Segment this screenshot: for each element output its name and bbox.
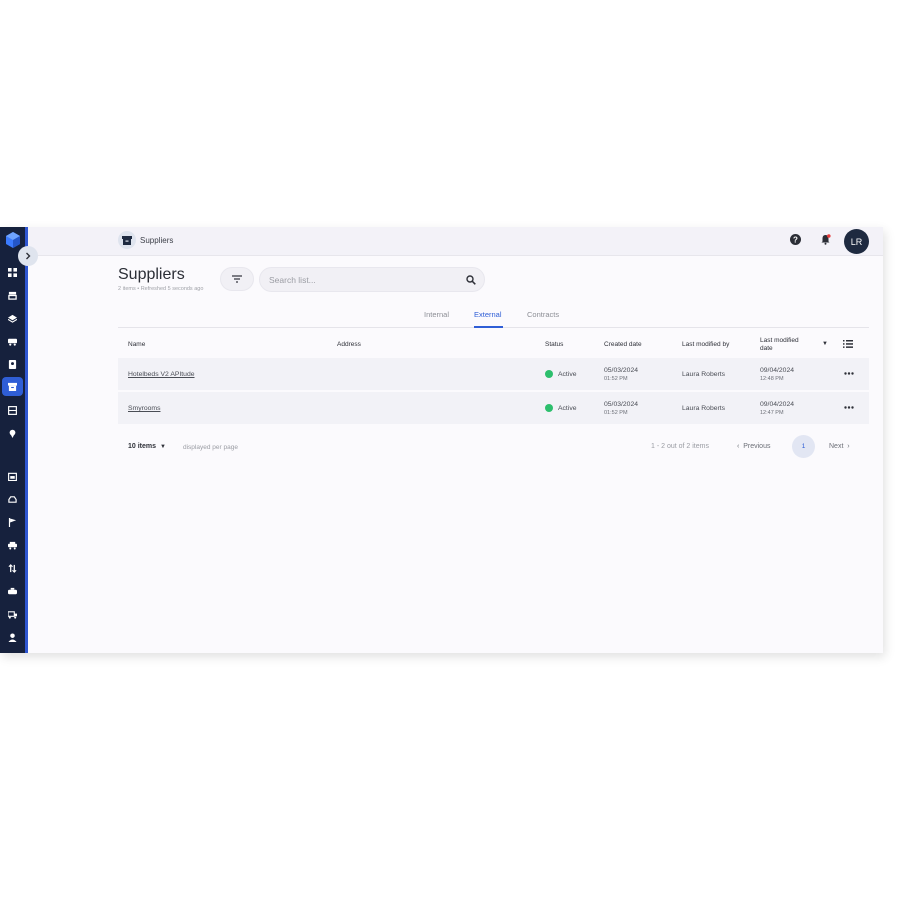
sidebar-item-car[interactable]: [5, 492, 19, 506]
filter-icon: [232, 275, 242, 283]
page-subtitle: 2 items • Refreshed 5 seconds ago: [118, 286, 204, 292]
supplier-name-link[interactable]: Hotelbeds V2 APItude: [128, 371, 195, 378]
created-time-value: 01:52 PM: [604, 410, 628, 416]
column-header-address[interactable]: Address: [337, 341, 361, 348]
sidebar-item-flag[interactable]: [5, 515, 19, 529]
sidebar-item-vehicle[interactable]: [5, 538, 19, 552]
svg-text:?: ?: [793, 235, 798, 244]
created-time-value: 01:52 PM: [604, 376, 628, 382]
modified-time-value: 12:47 PM: [760, 410, 784, 416]
page-title: Suppliers: [118, 266, 185, 283]
modified-date: 09/04/2024 12:47 PM: [760, 400, 794, 418]
modified-by: Laura Roberts: [682, 405, 726, 412]
breadcrumb: Suppliers: [140, 236, 174, 245]
created-date-value: 05/03/2024: [604, 367, 639, 374]
chevron-down-icon[interactable]: ▼: [160, 444, 166, 450]
modified-by: Laura Roberts: [682, 371, 726, 378]
sidebar: [0, 227, 28, 653]
vehicle-icon: [7, 541, 17, 549]
chevron-right-icon: ›: [843, 443, 850, 450]
layers-icon: [7, 314, 17, 323]
sidebar-item-person[interactable]: [5, 630, 19, 644]
sidebar-item-table[interactable]: [5, 403, 19, 417]
ellipsis-icon[interactable]: [844, 405, 854, 410]
column-header-modified-by[interactable]: Last modified by: [682, 341, 729, 348]
column-header-name[interactable]: Name: [128, 341, 145, 348]
sidebar-item-taxi[interactable]: [5, 584, 19, 598]
sidebar-item-location[interactable]: [5, 426, 19, 440]
sidebar-item-calendar[interactable]: [5, 469, 19, 483]
taxi-icon: [7, 587, 17, 594]
column-header-status[interactable]: Status: [545, 341, 563, 348]
transport-icon: [7, 338, 17, 346]
modified-date: 09/04/2024 12:48 PM: [760, 366, 794, 384]
status-badge: Active: [558, 405, 577, 412]
table-icon: [7, 405, 17, 415]
suppliers-breadcrumb-icon: [118, 231, 136, 249]
active-tab-indicator: [474, 326, 503, 328]
tab-contracts[interactable]: Contracts: [527, 310, 559, 319]
page-1-button[interactable]: 1: [792, 435, 815, 458]
search-box: [259, 267, 485, 292]
table-row[interactable]: Hotelbeds V2 APItude Active 05/03/2024 01…: [118, 358, 869, 390]
inventory-icon: [7, 291, 17, 300]
sidebar-item-contacts[interactable]: [5, 357, 19, 371]
sidebar-item-suppliers[interactable]: [2, 377, 23, 396]
sidebar-item-layers[interactable]: [5, 311, 19, 325]
top-bar: Suppliers ? LR: [28, 227, 883, 256]
sort-descending-icon[interactable]: ▼: [822, 341, 828, 347]
transfer-icon: [8, 563, 16, 573]
sidebar-item-transfer[interactable]: [5, 561, 19, 575]
created-date: 05/03/2024 01:52 PM: [604, 366, 638, 384]
status-active-dot: [545, 370, 553, 378]
pagination-range: 1 - 2 out of 2 items: [651, 443, 709, 450]
status-active-dot: [545, 404, 553, 412]
bell-icon[interactable]: [820, 234, 831, 245]
car-icon: [7, 495, 17, 503]
suppliers-icon: [8, 382, 17, 391]
avatar[interactable]: LR: [844, 229, 869, 254]
column-header-modified-date[interactable]: Last modified date: [760, 337, 810, 353]
tab-external[interactable]: External: [474, 310, 502, 319]
app-window: Suppliers ? LR Suppliers 2 items • Refre…: [0, 227, 883, 653]
previous-label: Previous: [743, 443, 771, 450]
status-badge: Active: [558, 371, 577, 378]
dashboard-icon: [7, 267, 17, 277]
sidebar-item-inventory[interactable]: [5, 288, 19, 302]
modified-date-value: 09/04/2024: [760, 367, 795, 374]
supplier-name-link[interactable]: Smyrooms: [128, 405, 160, 412]
created-date: 05/03/2024 01:52 PM: [604, 400, 638, 418]
tab-bar: Internal External Contracts: [118, 306, 869, 328]
contacts-icon: [8, 359, 16, 369]
column-header-created-date[interactable]: Created date: [604, 341, 642, 348]
chevron-right-icon: [26, 252, 31, 260]
bus-icon: [7, 610, 17, 619]
sidebar-expand-button[interactable]: [18, 246, 38, 266]
sidebar-item-transport[interactable]: [5, 334, 19, 348]
next-label: Next: [829, 443, 844, 450]
location-icon: [9, 429, 15, 438]
sidebar-item-dashboard[interactable]: [5, 265, 19, 279]
filter-button[interactable]: [220, 267, 254, 291]
per-page-label: displayed per page: [183, 444, 238, 451]
tab-internal[interactable]: Internal: [424, 310, 449, 319]
modified-date-value: 09/04/2024: [760, 401, 795, 408]
search-icon[interactable]: [466, 275, 476, 285]
list-columns-icon[interactable]: [843, 340, 853, 348]
table-row[interactable]: Smyrooms Active 05/03/2024 01:52 PM Laura…: [118, 392, 869, 424]
search-input[interactable]: [269, 274, 459, 286]
calendar-icon: [7, 472, 17, 481]
ellipsis-icon[interactable]: [844, 371, 854, 376]
previous-page-button[interactable]: ‹ Previous: [737, 443, 770, 450]
created-date-value: 05/03/2024: [604, 401, 639, 408]
help-icon[interactable]: ?: [790, 234, 801, 245]
per-page-select[interactable]: 10 items: [128, 443, 156, 450]
flag-icon: [8, 517, 16, 527]
next-page-button[interactable]: Next ›: [829, 443, 850, 450]
sidebar-item-bus[interactable]: [5, 607, 19, 621]
modified-time-value: 12:48 PM: [760, 376, 784, 382]
person-icon: [7, 632, 17, 642]
cube-logo-icon[interactable]: [4, 231, 22, 249]
